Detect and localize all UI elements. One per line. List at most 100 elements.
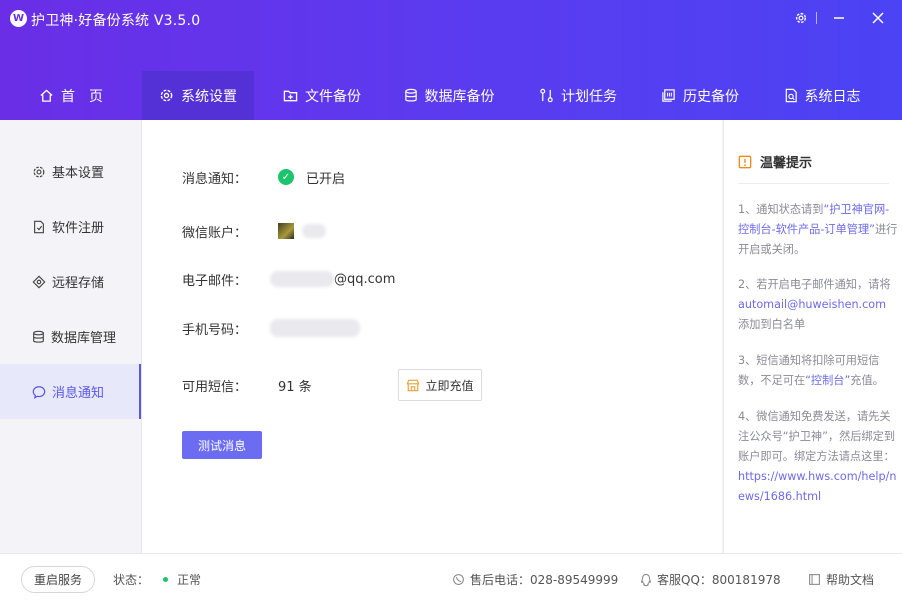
email-domain: @qq.com — [334, 271, 396, 287]
phone-icon — [453, 574, 464, 585]
gear-icon — [33, 166, 45, 177]
sidebar-item-label: 数据库管理 — [51, 331, 117, 346]
tab-system-log[interactable]: 系统日志 — [770, 71, 874, 120]
wechat-name-redacted — [302, 224, 326, 238]
history-icon — [662, 89, 675, 102]
notify-row: 消息通知： ✓ 已开启 — [182, 168, 346, 187]
wechat-avatar — [278, 223, 294, 239]
tip-2-text: 2、若开启电子邮件通知，请将 — [738, 278, 891, 291]
tip-1: 1、通知状态请到“护卫神官网-控制台-软件产品-订单管理”进行开启或关闭。 — [738, 200, 898, 260]
help-docs-link[interactable]: 帮助文档 — [808, 571, 874, 588]
app-logo: W — [10, 10, 27, 27]
sms-count: 91 条 — [278, 379, 312, 395]
tip-3-link[interactable]: “控制台” — [805, 374, 850, 387]
tip-4-text: 4、微信通知免费发送，请先关注公众号“护卫神”，然后绑定到账户即可。绑定方法请点… — [738, 410, 896, 463]
support-qq: 客服QQ：800181978 — [640, 571, 781, 588]
tab-system-settings[interactable]: 系统设置 — [142, 71, 254, 120]
shop-icon — [407, 379, 420, 391]
app-title: 护卫神·好备份系统 V3.5.0 — [31, 13, 201, 29]
wechat-label: 微信账户： — [182, 225, 248, 241]
tips-header: 温馨提示 — [738, 152, 812, 171]
footer: 重启服务 状态： 正常 售后电话：028-89549999 客服QQ：80018… — [0, 553, 902, 602]
register-icon — [34, 220, 44, 233]
home-icon — [40, 89, 53, 102]
tab-history-backup-label: 历史备份 — [683, 88, 739, 105]
gear-icon — [160, 89, 173, 102]
sidebar-item-label: 软件注册 — [52, 221, 105, 236]
tab-system-settings-label: 系统设置 — [181, 88, 237, 105]
sms-row: 可用短信： 91 条 — [182, 376, 312, 395]
sidebar-item-database-manage[interactable]: 数据库管理 — [0, 309, 141, 364]
tab-file-backup[interactable]: 文件备份 — [270, 71, 374, 120]
notify-status: 已开启 — [306, 171, 346, 187]
tab-home[interactable]: 首 页 — [0, 71, 142, 120]
test-message-button[interactable]: 测试消息 — [182, 431, 262, 459]
support-phone: 售后电话：028-89549999 — [452, 571, 618, 588]
settings-gear-icon[interactable] — [788, 6, 814, 30]
schedule-icon — [540, 88, 553, 103]
tab-system-log-label: 系统日志 — [804, 88, 861, 105]
sms-label: 可用短信： — [182, 379, 248, 395]
main-panel: 消息通知： ✓ 已开启 微信账户： 电子邮件： @qq.com 手机号码： 可用… — [142, 120, 722, 553]
tip-1-text: 1、通知状态请到 — [738, 203, 824, 216]
tab-database-backup[interactable]: 数据库备份 — [390, 71, 508, 120]
book-icon — [809, 574, 820, 585]
tip-2: 2、若开启电子邮件通知，请将 automail@huweishen.com 添加到白… — [738, 275, 898, 335]
email-row: 电子邮件： @qq.com — [182, 270, 396, 289]
close-icon[interactable] — [865, 6, 891, 30]
tips-title: 温馨提示 — [760, 156, 813, 171]
sidebar-item-label: 远程存储 — [52, 276, 105, 291]
restart-service-button[interactable]: 重启服务 — [21, 566, 95, 593]
minimize-icon[interactable] — [826, 6, 852, 30]
recharge-label: 立即充值 — [425, 378, 474, 393]
log-icon — [785, 88, 797, 103]
folder-plus-icon — [283, 90, 298, 102]
notice-icon — [738, 155, 752, 168]
tab-history-backup[interactable]: 历史备份 — [648, 71, 752, 120]
notify-label: 消息通知： — [182, 171, 248, 187]
status-area: 状态： 正常 — [113, 571, 201, 588]
status-label: 状态： — [113, 573, 150, 587]
tab-database-backup-label: 数据库备份 — [424, 88, 495, 105]
tab-file-backup-label: 文件备份 — [305, 88, 361, 105]
status-value: 正常 — [177, 573, 202, 587]
remote-storage-icon — [32, 275, 46, 288]
message-icon — [32, 385, 46, 399]
phone-redacted — [270, 319, 360, 337]
header: W 护卫神·好备份系统 V3.5.0 首 页 系统设置 文件备份 数据库备份 计… — [0, 0, 902, 120]
database-icon — [404, 88, 417, 102]
help-docs-label: 帮助文档 — [826, 573, 875, 587]
recharge-button[interactable]: 立即充值 — [398, 369, 482, 401]
sidebar-item-software-register[interactable]: 软件注册 — [0, 199, 141, 254]
sidebar: 基本设置 软件注册 远程存储 数据库管理 消息通知 — [0, 120, 142, 553]
tips-panel: 温馨提示 1、通知状态请到“护卫神官网-控制台-软件产品-订单管理”进行开启或关… — [723, 120, 902, 553]
tip-4-link[interactable]: https://www.hws.com/help/news/1686.html — [738, 470, 896, 503]
tips-divider — [738, 183, 889, 184]
title-bar: W 护卫神·好备份系统 V3.5.0 — [0, 0, 902, 38]
database-icon — [33, 330, 44, 343]
wechat-row: 微信账户： — [182, 222, 326, 241]
tab-scheduled-tasks[interactable]: 计划任务 — [526, 71, 630, 120]
tab-scheduled-tasks-label: 计划任务 — [561, 88, 617, 105]
check-circle-icon: ✓ — [278, 169, 294, 185]
tip-3: 3、短信通知将扣除可用短信数，不足可在“控制台”充值。 — [738, 351, 898, 391]
tip-2-text-end: 添加到白名单 — [738, 318, 806, 331]
status-dot-icon — [163, 577, 169, 582]
titlebar-divider — [816, 12, 817, 24]
support-qq-text: 客服QQ：800181978 — [657, 573, 781, 587]
sidebar-item-label: 消息通知 — [52, 386, 105, 401]
sidebar-item-label: 基本设置 — [52, 166, 105, 181]
phone-label: 手机号码： — [182, 322, 248, 338]
email-label: 电子邮件： — [182, 273, 248, 289]
sidebar-item-basic-settings[interactable]: 基本设置 — [0, 144, 141, 199]
support-phone-text: 售后电话：028-89549999 — [470, 573, 619, 587]
sidebar-item-remote-storage[interactable]: 远程存储 — [0, 254, 141, 309]
phone-row: 手机号码： — [182, 318, 360, 338]
qq-icon — [640, 573, 652, 586]
sidebar-item-message-notify[interactable]: 消息通知 — [0, 364, 141, 419]
app-logo-letter: W — [12, 13, 25, 24]
tip-2-email: automail@huweishen.com — [738, 298, 886, 311]
tip-4: 4、微信通知免费发送，请先关注公众号“护卫神”，然后绑定到账户即可。绑定方法请点… — [738, 407, 898, 507]
tip-3-text-end: 充值。 — [850, 374, 884, 387]
tab-home-label: 首 页 — [61, 88, 103, 105]
